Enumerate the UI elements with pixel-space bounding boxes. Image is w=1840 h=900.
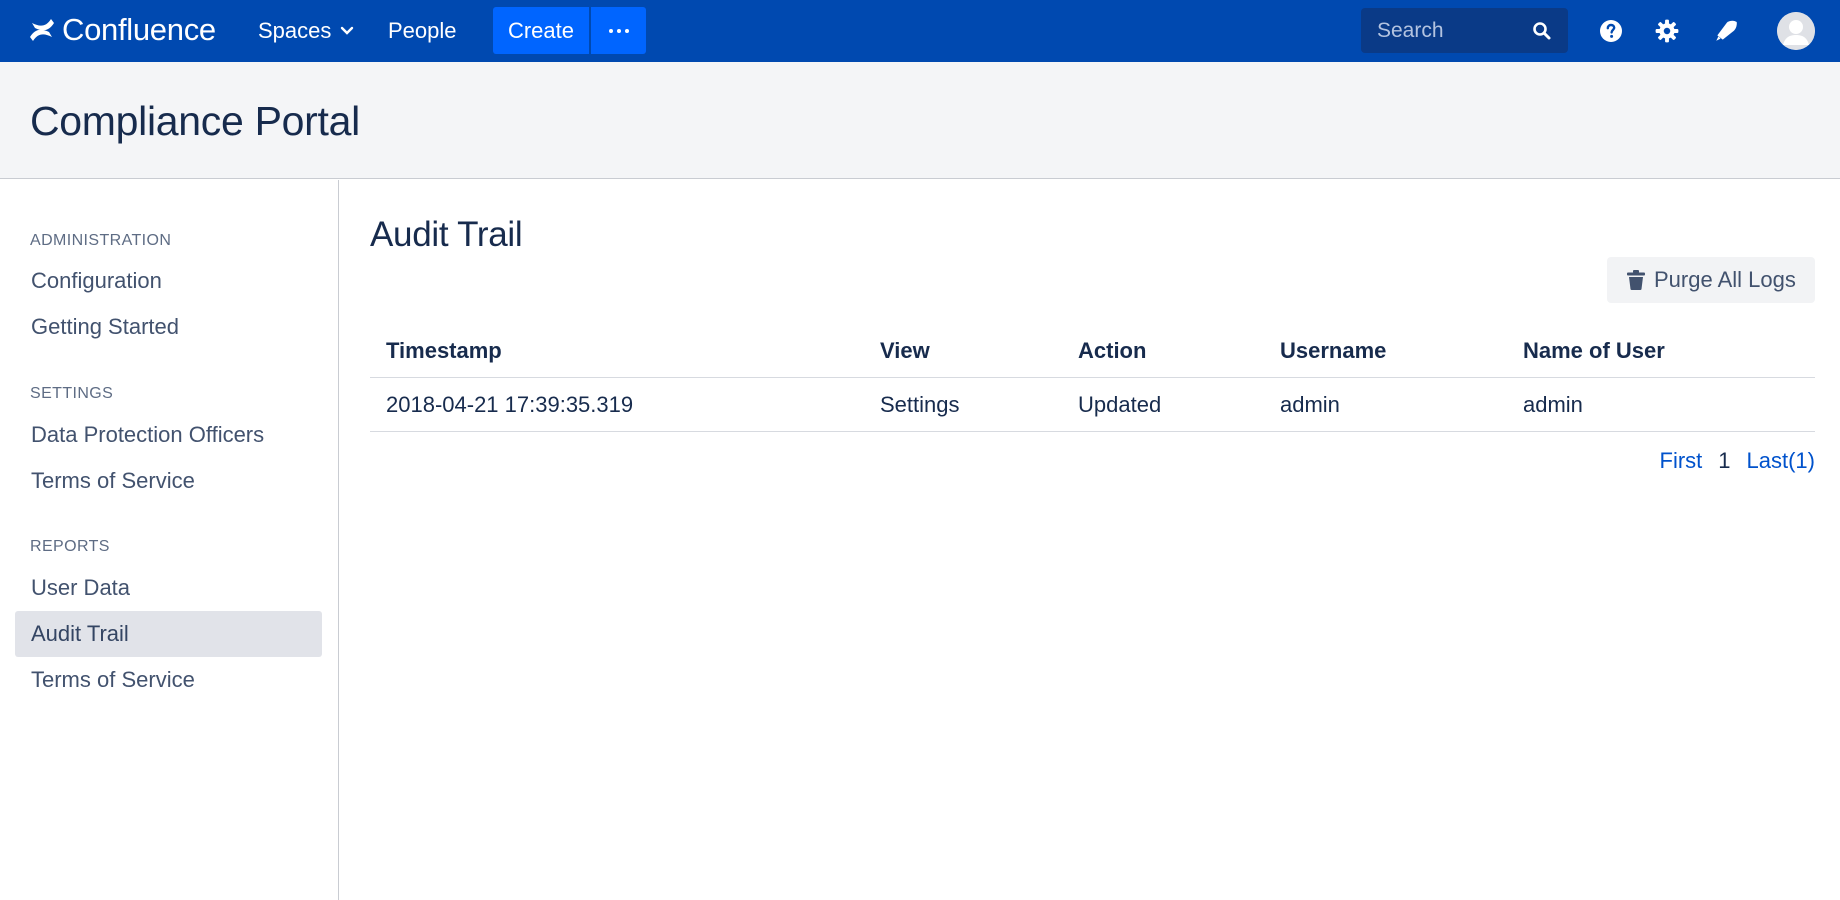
column-header-username[interactable]: Username <box>1280 332 1386 377</box>
help-icon[interactable] <box>1595 15 1627 47</box>
cell-name-of-user: admin <box>1523 391 1583 417</box>
chevron-down-icon <box>341 26 354 35</box>
user-avatar-icon <box>1777 12 1815 50</box>
sidebar-item-getting-started[interactable]: Getting Started <box>15 304 322 350</box>
sidebar: ADMINISTRATION Configuration Getting Sta… <box>0 180 339 900</box>
space-header: Compliance Portal <box>0 62 1840 179</box>
pagination-current-page: 1 <box>1718 448 1731 473</box>
cell-view: Settings <box>880 391 960 417</box>
notifications-icon[interactable] <box>1710 15 1742 47</box>
column-header-timestamp[interactable]: Timestamp <box>386 332 502 377</box>
create-button-label: Create <box>507 17 575 43</box>
sidebar-heading-reports: REPORTS <box>30 538 110 555</box>
column-header-view[interactable]: View <box>880 332 930 377</box>
sidebar-item-label: Getting Started <box>31 314 179 339</box>
sidebar-item-label: Terms of Service <box>31 468 195 493</box>
search-placeholder: Search <box>1377 18 1444 42</box>
cell-timestamp: 2018-04-21 17:39:35.319 <box>386 391 634 417</box>
sidebar-item-reports-terms-of-service[interactable]: Terms of Service <box>15 657 322 703</box>
pagination: First 1 Last(1) <box>1660 448 1816 474</box>
purge-all-logs-button[interactable]: Purge All Logs <box>1607 257 1815 303</box>
sidebar-item-settings-terms-of-service[interactable]: Terms of Service <box>15 458 322 504</box>
sidebar-item-audit-trail[interactable]: Audit Trail <box>15 611 322 657</box>
purge-all-logs-label: Purge All Logs <box>1654 267 1796 292</box>
trash-icon <box>1627 270 1645 290</box>
create-button[interactable]: Create <box>493 7 589 54</box>
sidebar-heading-settings: SETTINGS <box>30 385 114 402</box>
avatar[interactable] <box>1777 12 1815 50</box>
space-title[interactable]: Compliance Portal <box>30 98 360 145</box>
sidebar-item-label: Audit Trail <box>31 621 129 646</box>
sidebar-item-label: User Data <box>31 575 131 600</box>
ellipsis-icon <box>608 28 613 33</box>
pagination-last-link[interactable]: Last(1) <box>1747 448 1815 474</box>
sidebar-heading-administration: ADMINISTRATION <box>30 232 172 249</box>
column-header-name-of-user[interactable]: Name of User <box>1523 332 1665 377</box>
sidebar-item-label: Data Protection Officers <box>31 422 265 447</box>
sidebar-item-label: Configuration <box>31 268 162 293</box>
table-row: 2018-04-21 17:39:35.319 Settings Updated… <box>370 378 1815 432</box>
cell-action: Updated <box>1078 391 1162 417</box>
search-input[interactable]: Search <box>1361 8 1568 53</box>
cell-username: admin <box>1280 391 1340 417</box>
people-link[interactable]: People <box>388 14 457 48</box>
confluence-logo-text: Confluence <box>62 12 216 47</box>
sidebar-item-user-data[interactable]: User Data <box>15 565 322 611</box>
spaces-menu-label: Spaces <box>258 18 332 43</box>
more-create-options-button[interactable] <box>591 7 646 54</box>
sidebar-item-configuration[interactable]: Configuration <box>15 258 322 304</box>
gear-icon[interactable] <box>1651 15 1683 47</box>
page-title: Audit Trail <box>370 215 523 254</box>
top-navigation-bar: Confluence Spaces People Create Search <box>0 0 1840 62</box>
confluence-logo[interactable]: Confluence <box>28 12 216 48</box>
table-header-row: Timestamp View Action Username Name of U… <box>370 332 1815 378</box>
pagination-first-link[interactable]: First <box>1660 448 1703 474</box>
sidebar-item-data-protection-officers[interactable]: Data Protection Officers <box>15 412 322 458</box>
column-header-action[interactable]: Action <box>1078 332 1146 377</box>
audit-trail-table: Timestamp View Action Username Name of U… <box>370 332 1815 432</box>
confluence-logo-icon <box>30 19 54 41</box>
people-link-label: People <box>388 18 457 43</box>
search-icon[interactable] <box>1532 21 1552 41</box>
spaces-menu[interactable]: Spaces <box>258 14 354 48</box>
sidebar-item-label: Terms of Service <box>31 667 195 692</box>
